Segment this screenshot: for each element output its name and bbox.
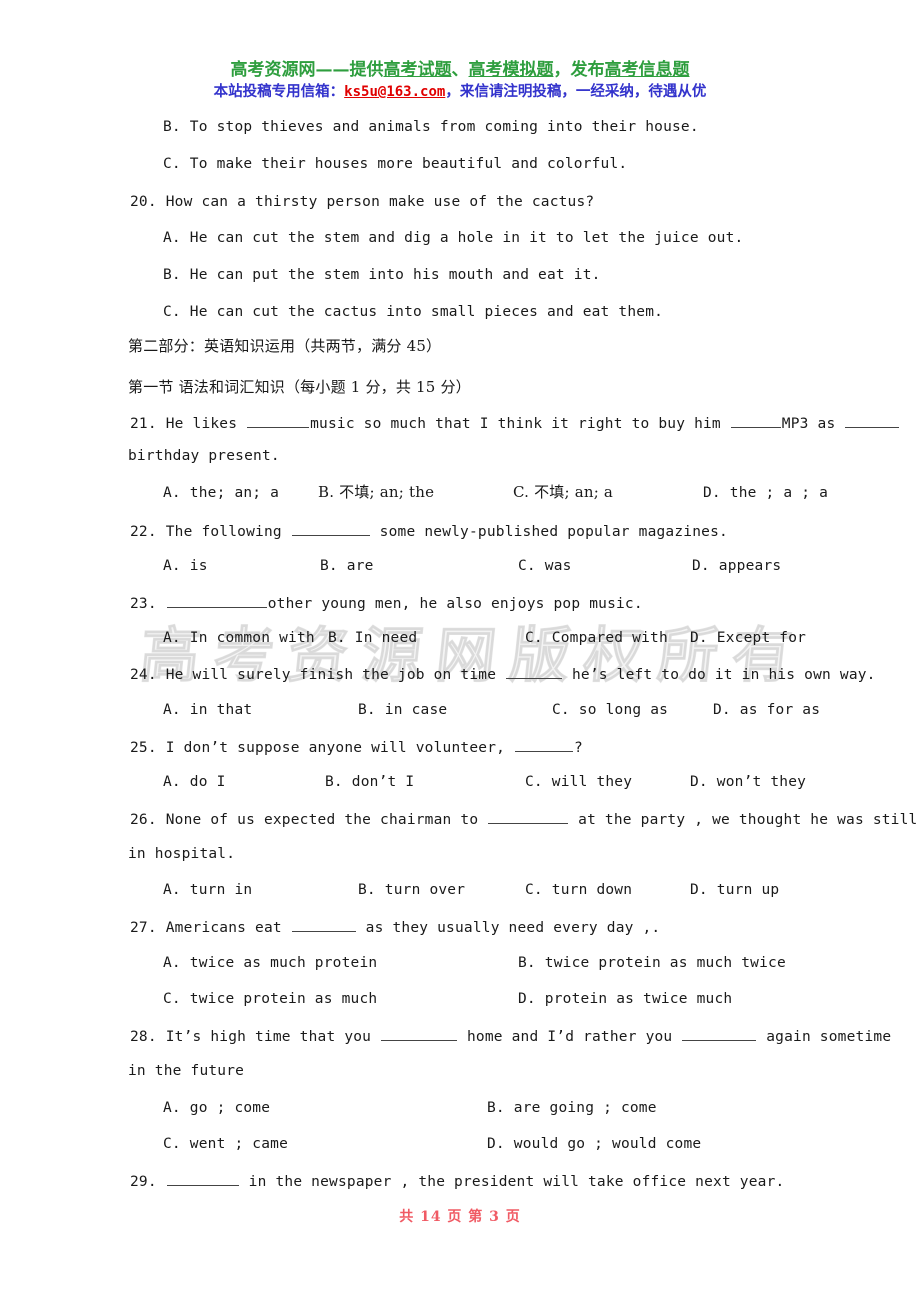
q28-stem: 28. It’s high time that you home and I’d… — [130, 1026, 891, 1046]
q21-stem-part3: MP3 as — [781, 415, 845, 432]
q29-stem-part1: 29. — [130, 1173, 166, 1190]
q24-option-b: B. in case — [358, 702, 448, 718]
q28-option-d: D. would go ; would come — [487, 1136, 702, 1152]
q22-blank-1 — [291, 521, 370, 536]
q23-stem: 23. other young men, he also enjoys pop … — [130, 593, 643, 613]
q24-stem-part1: 24. He will surely finish the job on tim… — [130, 666, 506, 683]
banner-link-info-questions[interactable]: 高考信息题 — [605, 60, 690, 80]
q24-stem: 24. He will surely finish the job on tim… — [130, 664, 876, 684]
banner-sep-2: ，发布 — [553, 60, 605, 80]
q28-option-a: A. go ; come — [163, 1100, 271, 1116]
q25-stem-part2: ? — [573, 739, 583, 756]
q28-blank-2 — [682, 1026, 757, 1041]
q22-option-d: D. appears — [692, 558, 782, 574]
banner-title-prefix: 高考资源网——提供 — [230, 60, 384, 80]
q27-blank-1 — [291, 917, 356, 932]
q26-stem-line2: in hospital. — [128, 846, 236, 862]
q20-option-c: C. He can cut the cactus into small piec… — [163, 304, 664, 320]
q26-option-d: D. turn up — [690, 882, 780, 898]
q24-blank-1 — [506, 664, 563, 679]
site-banner: 高考资源网——提供高考试题、高考模拟题，发布高考信息题 本站投稿专用信箱：ks5… — [0, 62, 920, 100]
q27-stem: 27. Americans eat as they usually need e… — [130, 917, 660, 937]
q21-stem-part2: music so much that I think it right to b… — [310, 415, 730, 432]
q24-option-d: D. as for as — [713, 702, 821, 718]
q25-option-a: A. do I — [163, 774, 226, 790]
q26-stem: 26. None of us expected the chairman to … — [130, 809, 917, 829]
q22-stem: 22. The following some newly-published p… — [130, 521, 728, 541]
q22-stem-part2: some newly-published popular magazines. — [370, 523, 728, 540]
part-two-heading: 第二部分：英语知识运用（共两节，满分 45） — [128, 337, 442, 355]
q19-option-b: B. To stop thieves and animals from comi… — [163, 119, 699, 135]
q20-option-a: A. He can cut the stem and dig a hole in… — [163, 230, 744, 246]
q20-option-b: B. He can put the stem into his mouth an… — [163, 267, 601, 283]
q28-stem-part3: again sometime — [757, 1028, 892, 1045]
q22-stem-part1: 22. The following — [130, 523, 291, 540]
q28-stem-part2: home and I’d rather you — [458, 1028, 682, 1045]
q26-option-b: B. turn over — [358, 882, 466, 898]
q24-stem-part2: he’s left to do it in his own way. — [563, 666, 876, 683]
q22-option-b: B. are — [320, 558, 374, 574]
q26-blank-1 — [488, 809, 569, 824]
q27-stem-part1: 27. Americans eat — [130, 919, 291, 936]
q27-option-d: D. protein as twice much — [518, 991, 733, 1007]
q23-stem-part2: other young men, he also enjoys pop musi… — [267, 595, 643, 612]
q21-option-a: A. the; an; a — [163, 485, 280, 501]
q23-stem-part1: 23. — [130, 595, 166, 612]
q23-option-c: C. Compared with — [525, 630, 668, 646]
q25-stem: 25. I don’t suppose anyone will voluntee… — [130, 737, 583, 757]
q21-blank-1 — [247, 413, 310, 428]
banner-link-exam-questions[interactable]: 高考试题 — [384, 60, 452, 80]
q23-option-b: B. In need — [328, 630, 418, 646]
page-footer: 共 14 页 第 3 页 — [399, 1209, 521, 1225]
q28-stem-line2: in the future — [128, 1063, 245, 1079]
q19-option-c: C. To make their houses more beautiful a… — [163, 156, 628, 172]
banner-contact-line: 本站投稿专用信箱：ks5u@163.com，来信请注明投稿，一经采纳，待遇从优 — [0, 83, 920, 100]
section-one-heading: 第一节 语法和词汇知识（每小题 1 分，共 15 分） — [128, 378, 471, 396]
q26-stem-part2: at the party , we thought he was still — [569, 811, 918, 828]
q24-option-a: A. in that — [163, 702, 253, 718]
q29-stem: 29. in the newspaper , the president wil… — [130, 1171, 784, 1191]
q28-option-c: C. went ; came — [163, 1136, 289, 1152]
q21-stem-line2: birthday present. — [128, 448, 280, 464]
q21-option-b: B. 不填; an; the — [318, 483, 435, 501]
q21-stem: 21. He likes music so much that I think … — [130, 413, 900, 433]
q26-option-a: A. turn in — [163, 882, 253, 898]
q29-stem-part2: in the newspaper , the president will ta… — [239, 1173, 785, 1190]
q28-blank-1 — [381, 1026, 458, 1041]
q23-option-a: A. In common with — [163, 630, 315, 646]
q27-option-b: B. twice protein as much twice — [518, 955, 786, 971]
q25-option-d: D. won’t they — [690, 774, 807, 790]
banner-title-line: 高考资源网——提供高考试题、高考模拟题，发布高考信息题 — [0, 62, 920, 79]
q28-option-b: B. are going ; come — [487, 1100, 657, 1116]
banner-mailbox-label: 本站投稿专用信箱： — [213, 83, 345, 100]
q23-blank-1 — [166, 593, 267, 608]
q27-stem-part2: as they usually need every day ,. — [356, 919, 661, 936]
q25-option-b: B. don’t I — [325, 774, 415, 790]
q21-stem-part1: 21. He likes — [130, 415, 247, 432]
q27-option-c: C. twice protein as much — [163, 991, 378, 1007]
q27-option-a: A. twice as much protein — [163, 955, 378, 971]
q25-blank-1 — [514, 737, 573, 752]
q25-option-c: C. will they — [525, 774, 633, 790]
q24-option-c: C. so long as — [552, 702, 669, 718]
q22-option-c: C. was — [518, 558, 572, 574]
q21-option-c: C. 不填; an; a — [513, 483, 614, 501]
q25-stem-part1: 25. I don’t suppose anyone will voluntee… — [130, 739, 514, 756]
q22-option-a: A. is — [163, 558, 208, 574]
banner-email-link[interactable]: ks5u@163.com — [344, 84, 445, 100]
q26-option-c: C. turn down — [525, 882, 633, 898]
document-page: 高考资源网——提供高考试题、高考模拟题，发布高考信息题 本站投稿专用信箱：ks5… — [0, 0, 920, 1302]
q20-stem: 20. How can a thirsty person make use of… — [130, 194, 595, 210]
q28-stem-part1: 28. It’s high time that you — [130, 1028, 381, 1045]
q29-blank-1 — [166, 1171, 239, 1186]
q21-blank-3 — [845, 413, 900, 428]
banner-link-mock-questions[interactable]: 高考模拟题 — [469, 60, 554, 80]
copyright-watermark: 高考资源网版权所有 — [136, 621, 810, 692]
q23-option-d: D. Except for — [690, 630, 807, 646]
banner-sep-1: 、 — [451, 60, 469, 80]
q21-blank-2 — [730, 413, 781, 428]
banner-mailbox-note: ，来信请注明投稿，一经采纳，待遇从优 — [445, 83, 707, 100]
q21-option-d: D. the ; a ; a — [703, 485, 829, 501]
q26-stem-part1: 26. None of us expected the chairman to — [130, 811, 488, 828]
